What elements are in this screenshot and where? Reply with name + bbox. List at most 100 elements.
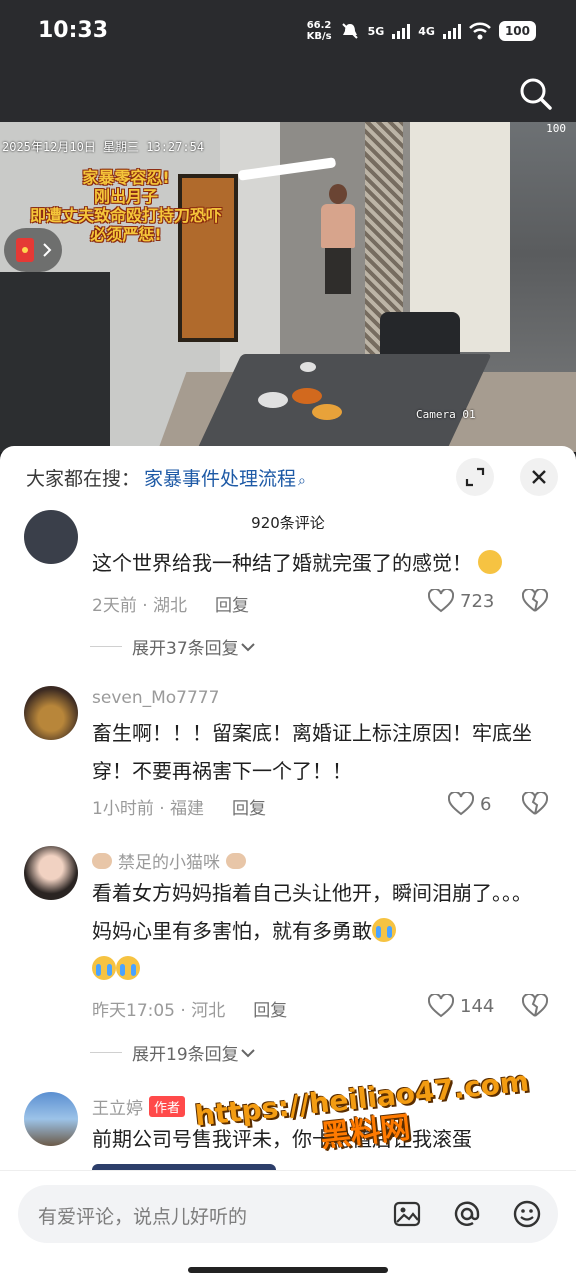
broken-heart-icon[interactable] [522, 994, 548, 1018]
comment-time: 昨天17:05 [92, 1001, 175, 1021]
comment-input-bar: 有爱评论，说点儿好听的 [0, 1170, 576, 1281]
comment-username[interactable]: seven_Mo7777 [92, 688, 219, 708]
search-icon[interactable] [516, 74, 556, 114]
author-badge: 作者 [149, 1096, 186, 1117]
comment-location: 福建 [170, 799, 205, 819]
signal-icon-2 [442, 23, 461, 39]
home-indicator[interactable] [188, 1267, 388, 1273]
signal-icon [392, 23, 411, 39]
comment-text: 这个世界给我一种结了婚就完蛋了的感觉！ [92, 544, 544, 582]
like-button[interactable]: 6 [448, 792, 491, 816]
emoji-icon[interactable] [512, 1199, 542, 1229]
image-icon[interactable] [392, 1199, 422, 1229]
like-button[interactable]: 144 [428, 994, 494, 1018]
comment-username[interactable]: 王立婷 作者 [92, 1094, 186, 1119]
comment-text: 看着女方妈妈指着自己头让他开，瞬间泪崩了。。。妈妈心里有多害怕，就有多勇敢 [92, 874, 544, 988]
expand-replies-label: 展开37条回复 [132, 639, 239, 659]
network-speed-value: 66.2 [306, 20, 332, 31]
caption-line: 家暴零容忍! [82, 168, 170, 187]
search-icon: ⌕ [298, 473, 306, 489]
like-button[interactable]: 723 [428, 589, 494, 613]
red-packet-button[interactable] [4, 228, 62, 272]
comment-time: 2天前 [92, 596, 137, 616]
mute-icon [341, 23, 358, 39]
like-count: 144 [460, 995, 495, 1017]
comment-text-body: 这个世界给我一种结了婚就完蛋了的感觉！ [92, 551, 472, 575]
close-icon [532, 470, 546, 484]
caption-line: 刚出月子 [93, 187, 158, 206]
video-scene-table [190, 354, 492, 452]
comment-meta: 昨天17:05 · 河北 回复 [92, 1001, 288, 1021]
cctv-timestamp: 2025年12月10日 星期三 13:27:54 [2, 140, 205, 154]
comment-username-text: seven_Mo7777 [92, 688, 220, 708]
crying-emoji [116, 956, 140, 980]
network-5g: 5G [367, 24, 385, 38]
expand-icon [465, 467, 485, 487]
heart-icon [428, 994, 454, 1018]
expand-replies[interactable]: 展开19条回复 [90, 1040, 257, 1065]
comment-count: 920条评论 [251, 514, 325, 532]
comment-username[interactable]: 禁足的小猫咪 [92, 848, 246, 873]
network-4g: 4G [418, 24, 435, 38]
trending-search-term[interactable]: 家暴事件处理流程 [144, 468, 296, 490]
red-packet-icon [16, 238, 34, 262]
cctv-camera-label: Camera 01 [416, 408, 476, 421]
chevron-down-icon [240, 642, 255, 651]
reply-button[interactable]: 回复 [215, 596, 249, 616]
comment-sheet: 大家都在搜： 家暴事件处理流程 ⌕ 920条评论 这个世界给我一种结了婚就完蛋了的感… [0, 446, 576, 1280]
video-scene-foreground [0, 272, 110, 452]
broken-heart-icon[interactable] [522, 792, 548, 816]
heart-icon [448, 792, 474, 816]
video-player[interactable]: 2025年12月10日 星期三 13:27:54 100 Camera 01 家… [0, 122, 576, 452]
comment-username-text: 禁足的小猫咪 [118, 853, 220, 873]
expand-replies-label: 展开19条回复 [132, 1045, 239, 1065]
avatar[interactable] [24, 510, 78, 564]
like-count: 723 [460, 590, 495, 612]
comment-input[interactable]: 有爱评论，说点儿好听的 [18, 1185, 558, 1243]
at-icon[interactable] [452, 1199, 482, 1229]
video-scene-plate [292, 388, 322, 404]
video-scene-plate [312, 404, 342, 420]
chevron-down-icon [240, 1048, 255, 1057]
comment-meta: 2天前 · 湖北 回复 [92, 596, 250, 616]
like-count: 6 [480, 793, 492, 815]
wifi-icon [469, 22, 491, 40]
comment-location: 河北 [191, 1001, 226, 1021]
trending-search[interactable]: 大家都在搜： 家暴事件处理流程 ⌕ [26, 464, 306, 491]
network-speed-unit: KB/s [306, 31, 332, 42]
reply-button[interactable]: 回复 [232, 799, 266, 819]
top-bar [0, 66, 576, 122]
bear-emoji [92, 852, 112, 869]
trending-search-label: 大家都在搜： [26, 468, 141, 490]
reply-button[interactable]: 回复 [253, 1001, 287, 1021]
avatar[interactable] [24, 686, 78, 740]
broken-heart-icon[interactable] [522, 589, 548, 613]
caption-line: 即遭丈夫致命殴打持刀恐吓 [29, 206, 222, 225]
comment-time: 1小时前 [92, 799, 154, 819]
status-bar: 10:33 66.2 KB/s 5G 4G 100 [0, 0, 576, 66]
crying-emoji [478, 550, 503, 574]
expand-button[interactable] [456, 458, 494, 496]
expand-replies[interactable]: 展开37条回复 [90, 634, 257, 659]
network-speed: 66.2 KB/s [307, 20, 332, 42]
video-scene-plate [300, 362, 316, 372]
bear-emoji [226, 852, 246, 869]
crying-emoji [92, 956, 116, 980]
comment-text: 畜生啊！！！留案底！离婚证上标注原因！牢底坐穿！不要再祸害下一个了！！ [92, 721, 532, 783]
cctv-signal: 100 [546, 122, 566, 135]
crying-emoji [372, 918, 396, 942]
avatar[interactable] [24, 846, 78, 900]
video-scene-person [318, 184, 358, 294]
battery-indicator: 100 [498, 21, 536, 41]
avatar[interactable] [24, 1092, 78, 1146]
chevron-right-icon [43, 243, 52, 257]
video-scene-plate [258, 392, 288, 408]
heart-icon [428, 589, 454, 613]
comment-meta: 1小时前 · 福建 回复 [92, 799, 267, 819]
status-time: 10:33 [38, 18, 109, 43]
status-indicators: 66.2 KB/s 5G 4G 100 [307, 20, 536, 42]
comment-location: 湖北 [153, 596, 188, 616]
comment-username-text: 王立婷 [92, 1099, 143, 1119]
comment-input-placeholder: 有爱评论，说点儿好听的 [38, 1206, 248, 1228]
close-button[interactable] [520, 458, 558, 496]
